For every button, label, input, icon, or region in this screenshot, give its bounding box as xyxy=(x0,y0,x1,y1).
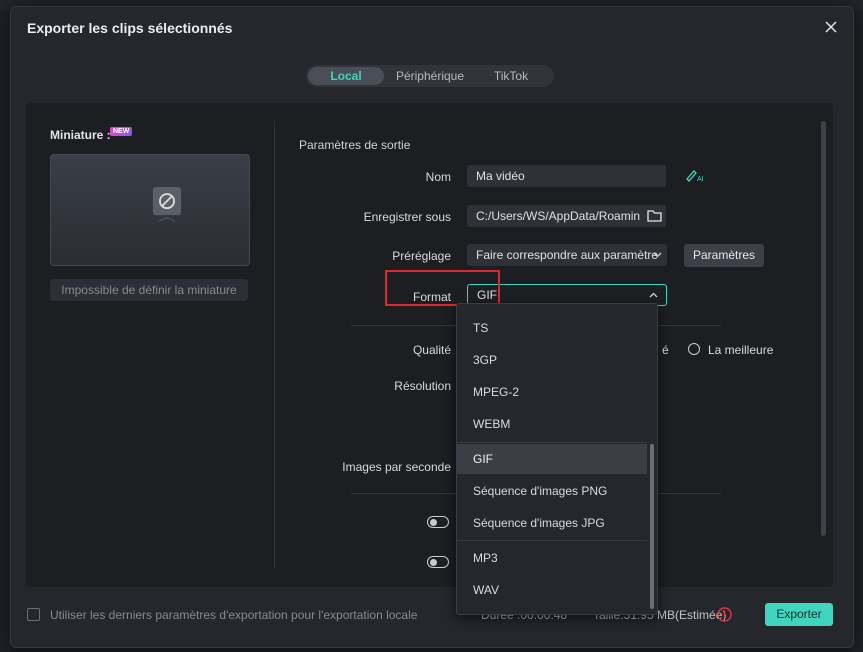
format-option-webm[interactable]: WEBM xyxy=(457,409,647,439)
preset-label: Préréglage xyxy=(392,249,451,263)
resolution-label: Résolution xyxy=(394,379,451,393)
column-divider xyxy=(274,121,275,569)
format-option-wav[interactable]: WAV xyxy=(457,575,647,605)
name-label: Nom xyxy=(425,170,451,184)
preset-chevron-down-icon xyxy=(653,252,662,258)
background-left-panel xyxy=(0,10,10,652)
quality-best-radio[interactable] xyxy=(688,343,700,355)
preset-select[interactable]: Faire correspondre aux paramètre xyxy=(467,244,667,266)
panel-scrollbar[interactable] xyxy=(821,121,826,536)
fps-label: Images par seconde xyxy=(342,460,451,474)
dropdown-separator xyxy=(457,442,647,443)
format-option-gif[interactable]: GIF xyxy=(457,444,647,474)
format-option-mp3[interactable]: MP3 xyxy=(457,543,647,573)
tab-local[interactable]: Local xyxy=(308,67,384,85)
format-chevron-up-icon xyxy=(649,292,658,298)
setting-toggle-2[interactable] xyxy=(427,556,449,568)
format-option-ts[interactable]: TS xyxy=(457,313,647,343)
thumbnail-preview xyxy=(50,154,250,266)
quality-best-label: La meilleure xyxy=(708,343,774,357)
dropdown-scrollbar[interactable] xyxy=(650,444,654,609)
ai-rename-icon[interactable]: AI xyxy=(685,168,705,182)
thumbnail-label: Miniature : xyxy=(50,128,111,142)
dropdown-separator-2 xyxy=(457,540,647,541)
warning-icon[interactable] xyxy=(717,607,732,622)
name-field[interactable]: Ma vidéo xyxy=(467,165,666,187)
save-location-field[interactable]: C:/Users/WS/AppData/Roamin xyxy=(467,205,666,227)
export-button[interactable]: Exporter xyxy=(765,603,833,626)
format-highlight-box xyxy=(385,270,500,306)
format-option-3gp[interactable]: 3GP xyxy=(457,345,647,375)
format-dropdown: TS 3GP MPEG-2 WEBM GIF Séquence d'images… xyxy=(456,303,658,615)
no-thumbnail-icon xyxy=(152,187,182,223)
parameters-button[interactable]: Paramètres xyxy=(684,244,764,267)
save-location-label: Enregistrer sous xyxy=(363,210,451,224)
set-thumbnail-button[interactable]: Impossible de définir la miniature xyxy=(50,279,248,301)
output-settings-title: Paramètres de sortie xyxy=(299,138,411,152)
setting-toggle-1[interactable] xyxy=(427,516,449,528)
close-button[interactable] xyxy=(821,17,841,37)
new-badge: NEW xyxy=(110,127,133,136)
settings-panel: Miniature : NEW Impossible de définir la… xyxy=(26,103,833,587)
folder-icon[interactable] xyxy=(647,209,662,222)
quality-label: Qualité xyxy=(412,343,451,357)
format-option-mpeg2[interactable]: MPEG-2 xyxy=(457,377,647,407)
dialog-title: Exporter les clips sélectionnés xyxy=(27,20,233,36)
tab-tiktok[interactable]: TikTok xyxy=(476,67,546,85)
close-icon xyxy=(825,21,837,33)
format-option-png-sequence[interactable]: Séquence d'images PNG xyxy=(457,476,647,506)
export-tabs: Local Périphérique TikTok xyxy=(306,65,554,87)
svg-text:AI: AI xyxy=(697,176,704,182)
reuse-settings-label: Utiliser les derniers paramètres d'expor… xyxy=(50,608,418,622)
format-option-jpg-sequence[interactable]: Séquence d'images JPG xyxy=(457,508,647,538)
tab-peripherique[interactable]: Périphérique xyxy=(384,67,476,85)
quality-option-partial: é xyxy=(662,343,669,357)
reuse-settings-checkbox[interactable] xyxy=(27,608,40,621)
export-dialog: Exporter les clips sélectionnés Local Pé… xyxy=(10,6,854,648)
